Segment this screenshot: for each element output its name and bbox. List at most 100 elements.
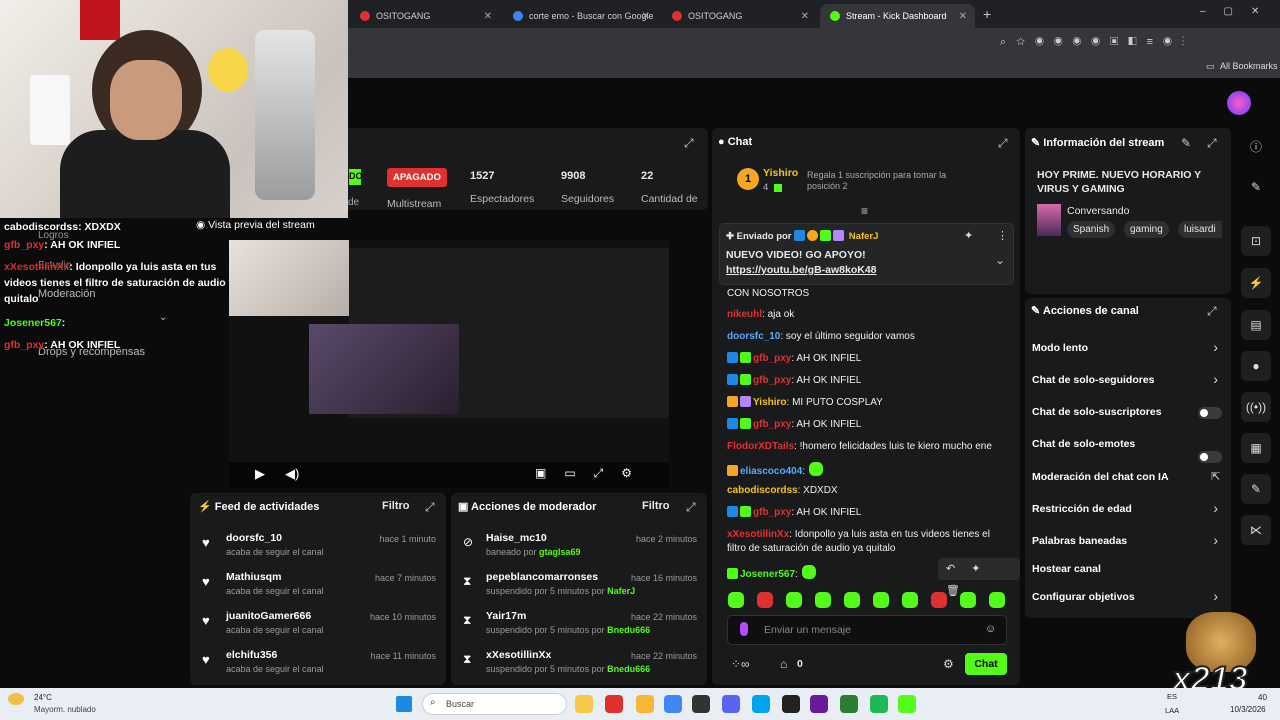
emote-icon[interactable] <box>931 592 947 608</box>
app-icon[interactable] <box>605 695 623 713</box>
close-icon[interactable]: ✕ <box>484 11 492 22</box>
chat-username[interactable]: gfb_pxy <box>753 353 791 364</box>
channel-action-item[interactable]: Moderación del chat con IA <box>1032 471 1169 483</box>
channel-action-item[interactable]: Palabras baneadas <box>1032 535 1127 547</box>
close-icon[interactable]: ✕ <box>642 11 650 22</box>
discord-icon[interactable] <box>722 695 740 713</box>
emote-icon[interactable] <box>757 592 773 608</box>
more-icon[interactable]: ⋮ <box>997 229 1008 242</box>
message-actions[interactable]: ↶✦🗑 <box>938 558 1020 597</box>
file-explorer-icon[interactable] <box>575 695 593 713</box>
mod-by-user[interactable]: Bnedu666 <box>607 664 650 674</box>
feed-user[interactable]: doorsfc_10 <box>226 532 282 544</box>
camera-icon[interactable]: ⊡ <box>1241 226 1271 256</box>
chat-username[interactable]: gfb_pxy <box>753 507 791 518</box>
all-bookmarks-link[interactable]: All Bookmarks <box>1220 61 1278 71</box>
expand-icon[interactable]: ⤢ <box>684 136 694 151</box>
language-indicator[interactable]: ES <box>1167 692 1177 701</box>
app-icon[interactable] <box>782 695 800 713</box>
feed-user[interactable]: elchifu356 <box>226 649 277 661</box>
send-chat-button[interactable]: Chat <box>965 653 1007 675</box>
chat-username[interactable]: FlodorXDTails <box>727 441 794 452</box>
windows-start-icon[interactable] <box>396 696 412 712</box>
app-icon[interactable] <box>752 695 770 713</box>
clock-date[interactable]: 10/3/2026 <box>1230 705 1266 714</box>
notes-icon[interactable]: ▤ <box>1241 310 1271 340</box>
chevron-right-icon[interactable]: › <box>1213 339 1218 355</box>
chat-username[interactable]: gfb_pxy <box>753 375 791 386</box>
emote-icon[interactable] <box>786 592 802 608</box>
channel-action-item[interactable]: Configurar objetivos <box>1032 591 1135 603</box>
chrome-icon[interactable] <box>664 695 682 713</box>
chevron-right-icon[interactable]: › <box>1213 588 1218 604</box>
app-icon[interactable] <box>692 695 710 713</box>
gift-sub-prompt[interactable]: Regala 1 suscripción para tomar la posic… <box>807 170 967 192</box>
info-icon[interactable]: ⓘ <box>1241 131 1271 161</box>
expand-icon[interactable]: ⤢ <box>1207 304 1217 319</box>
close-icon[interactable]: ✕ <box>801 11 809 22</box>
feed-user[interactable]: juanitoGamer666 <box>226 610 311 622</box>
channel-action-item[interactable]: Hostear canal <box>1032 563 1101 575</box>
chat-username[interactable]: Josener567 <box>740 569 795 580</box>
toggle-switch[interactable] <box>1198 451 1222 463</box>
emote-icon[interactable] <box>844 592 860 608</box>
broadcast-icon[interactable]: ((•)) <box>1241 392 1271 422</box>
chat-username[interactable]: eliascoco404 <box>740 466 802 477</box>
mod-by-user[interactable]: NaferJ <box>607 586 635 596</box>
wrench-icon[interactable]: ✎ <box>1241 474 1271 504</box>
category-name[interactable]: Conversando <box>1067 205 1129 217</box>
mod-by-user[interactable]: Bnedu666 <box>607 625 650 635</box>
settings-chat-icon[interactable]: ⁘∞ <box>731 657 750 671</box>
clock-time[interactable]: 40 <box>1258 693 1267 702</box>
volume-icon[interactable]: ◀) <box>285 466 299 482</box>
chat-username[interactable]: gfb_pxy <box>753 419 791 430</box>
tag-chip[interactable]: Spanish <box>1067 221 1116 238</box>
toggle-switch[interactable] <box>1198 407 1222 419</box>
tag-chip[interactable]: gaming <box>1124 221 1169 238</box>
edit-icon[interactable]: ✎ <box>1181 136 1191 150</box>
chevron-right-icon[interactable]: › <box>1213 371 1218 387</box>
kick-icon[interactable] <box>898 695 916 713</box>
chevron-right-icon[interactable]: › <box>1213 500 1218 516</box>
external-link-icon[interactable]: ⇱ <box>1211 470 1220 483</box>
emote-icon[interactable] <box>815 592 831 608</box>
taskbar-search[interactable] <box>422 693 567 715</box>
player-right-icons[interactable]: ▣▭⤢⚙ <box>535 466 650 481</box>
window-controls[interactable]: –▢✕ <box>1200 6 1277 17</box>
expand-icon[interactable]: ⤢ <box>1207 136 1217 151</box>
layout-icon[interactable]: ▦ <box>1241 433 1271 463</box>
mod-target-user[interactable]: Yair17m <box>486 610 526 622</box>
new-tab-button[interactable]: + <box>983 6 991 22</box>
multistream-label[interactable]: Multistream <box>387 198 441 210</box>
unpin-icon[interactable]: ✦ <box>964 229 973 242</box>
gear-icon[interactable]: ⚙ <box>943 657 954 671</box>
browser-tab[interactable]: corte emo - Buscar con Google ✕ <box>503 4 658 28</box>
mod-filter-button[interactable]: Filtro <box>642 500 670 512</box>
bolt-icon[interactable]: ⚡ <box>1241 268 1271 298</box>
user-avatar[interactable] <box>1227 91 1251 115</box>
mod-by-user[interactable]: gtaglsa69 <box>539 547 581 557</box>
chevron-down-icon[interactable]: ⌄ <box>995 253 1005 267</box>
feed-user[interactable]: Mathiusqm <box>226 571 281 583</box>
play-icon[interactable]: ▶ <box>255 466 265 482</box>
mod-target-user[interactable]: Haise_mc10 <box>486 532 547 544</box>
activity-filter-button[interactable]: Filtro <box>382 500 410 512</box>
spotify-icon[interactable] <box>870 695 888 713</box>
emote-icon[interactable] <box>960 592 976 608</box>
emote-icon[interactable] <box>728 592 744 608</box>
chat-username[interactable]: cabodiscordss <box>727 485 798 496</box>
folder-icon[interactable] <box>636 695 654 713</box>
chat-username[interactable]: xXesotillinXx <box>727 529 789 540</box>
pencil-icon[interactable]: ✎ <box>1241 172 1271 202</box>
channel-action-item[interactable]: Modo lento <box>1032 342 1088 354</box>
close-icon[interactable]: ✕ <box>959 11 967 22</box>
browser-toolbar-icons[interactable]: ⌕☆◉◉◉◉▣◧≡◉⋮ <box>1000 36 1195 49</box>
browser-tab[interactable]: Stream - Kick Dashboard ✕ <box>820 4 975 28</box>
channel-action-item[interactable]: Chat de solo-suscriptores <box>1032 406 1162 418</box>
mod-target-user[interactable]: pepeblancomarronses <box>486 571 598 583</box>
expand-icon[interactable]: ⤢ <box>425 500 435 515</box>
microphone-icon[interactable] <box>740 622 748 636</box>
pinned-link[interactable]: https://youtu.be/gB-aw8koK48 <box>726 264 877 276</box>
chat-icon[interactable]: ● <box>1241 351 1271 381</box>
stream-preview[interactable]: ▶ ◀) ▣▭⤢⚙ <box>229 240 669 488</box>
